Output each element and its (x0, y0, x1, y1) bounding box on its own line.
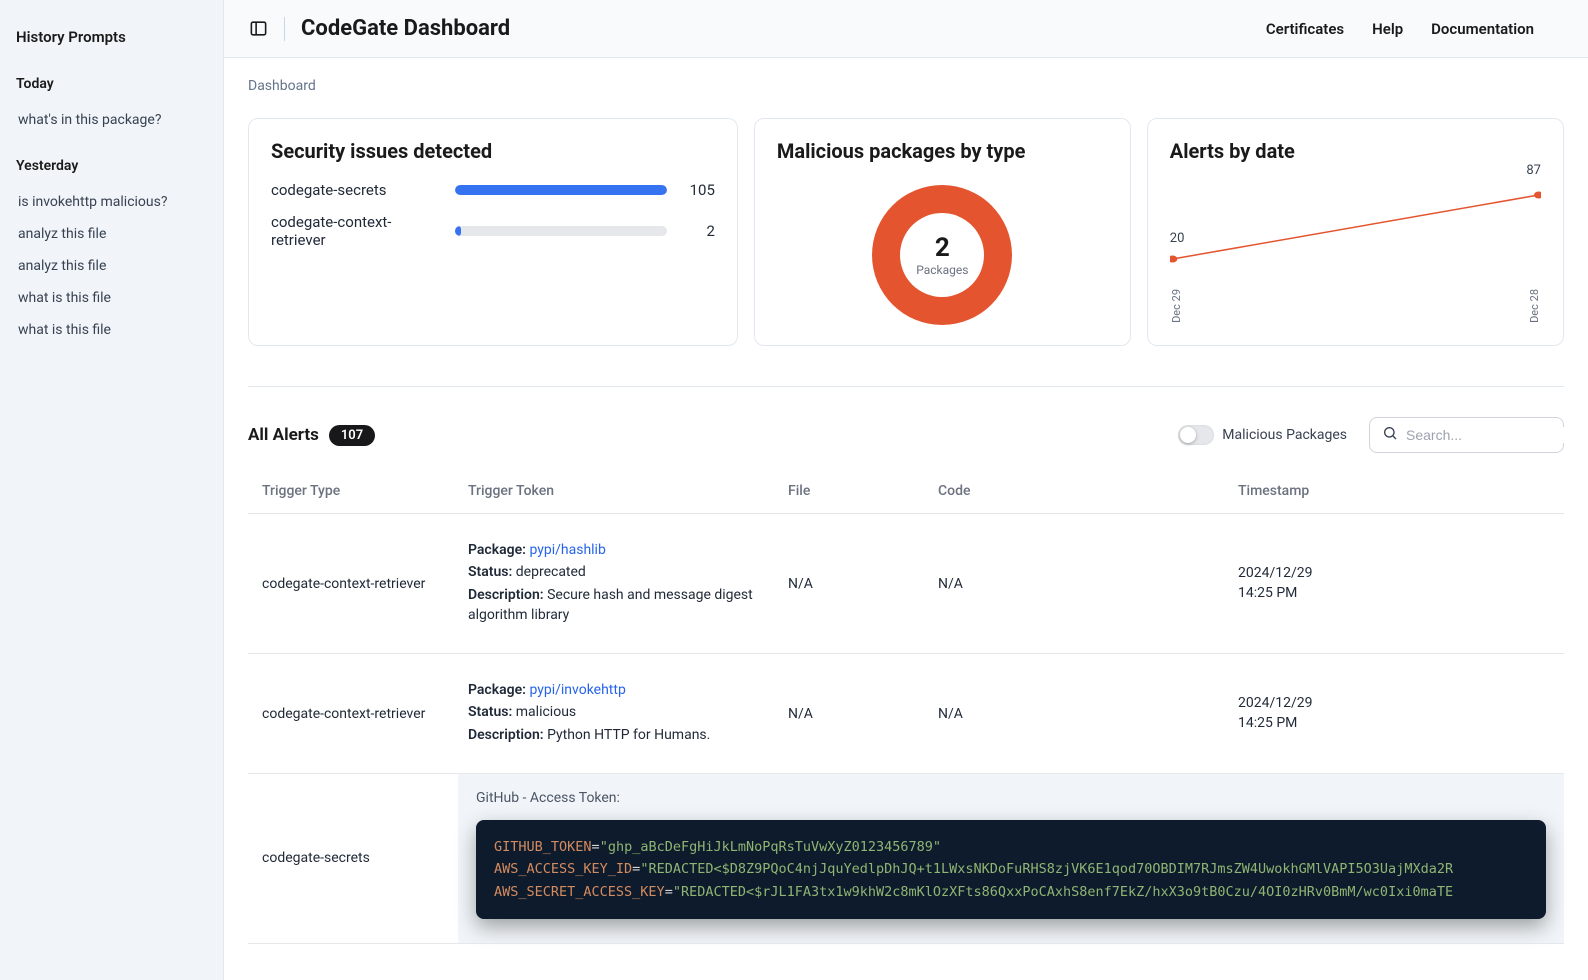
cell-timestamp: 2024/12/2914:25 PM (1228, 514, 1564, 654)
issue-value: 2 (681, 222, 715, 240)
card-title: Malicious packages by type (777, 139, 1026, 163)
header: CodeGate Dashboard Certificates Help Doc… (224, 0, 1588, 58)
issue-row: codegate-context-retriever 2 (271, 213, 715, 249)
header-divider (284, 17, 285, 41)
cell-file: N/A (778, 654, 928, 774)
sidebar-item[interactable]: what is this file (14, 314, 209, 346)
sidebar-group-label: Yesterday (14, 158, 209, 174)
line-chart: 20 87 (1170, 181, 1541, 281)
sidebar-group-label: Today (14, 76, 209, 92)
cell-token: Package: pypi/invokehttp Status: malicio… (458, 654, 778, 774)
cell-code: N/A (928, 654, 1228, 774)
nav-documentation[interactable]: Documentation (1431, 20, 1534, 38)
card-malicious-packages: Malicious packages by type 2 Packages (754, 118, 1131, 346)
cell-token: Package: pypi/hashlib Status: deprecated… (458, 514, 778, 654)
donut-label: Packages (916, 263, 968, 277)
cell-trigger: codegate-context-retriever (248, 514, 458, 654)
table-row[interactable]: codegate-context-retriever Package: pypi… (248, 514, 1564, 654)
alerts-title: All Alerts (248, 425, 319, 445)
cell-trigger: codegate-secrets (248, 774, 458, 944)
issue-bar (455, 226, 667, 236)
sidebar-item[interactable]: is invokehttp malicious? (14, 186, 209, 218)
issue-bar (455, 185, 667, 195)
malicious-toggle[interactable] (1178, 425, 1214, 445)
code-title: GitHub - Access Token: (476, 790, 1546, 806)
cell-code: N/A (928, 514, 1228, 654)
app-title: CodeGate Dashboard (301, 16, 510, 41)
chart-point-label: 87 (1526, 163, 1541, 194)
issue-label: codegate-context-retriever (271, 213, 441, 249)
issue-label: codegate-secrets (271, 181, 441, 199)
col-timestamp[interactable]: Timestamp (1228, 469, 1564, 514)
cell-trigger: codegate-context-retriever (248, 654, 458, 774)
card-title: Alerts by date (1170, 139, 1541, 163)
sidebar: History Prompts Today what's in this pack… (0, 0, 224, 980)
chart-point-label: 20 (1170, 231, 1185, 246)
sidebar-item[interactable]: what's in this package? (14, 104, 209, 136)
card-security-issues: Security issues detected codegate-secret… (248, 118, 738, 346)
table-row[interactable]: codegate-secrets GitHub - Access Token: … (248, 774, 1564, 944)
alerts-table: Trigger Type Trigger Token File Code Tim… (248, 469, 1564, 944)
table-row[interactable]: codegate-context-retriever Package: pypi… (248, 654, 1564, 774)
issue-value: 105 (681, 181, 715, 199)
sidebar-title: History Prompts (14, 28, 209, 46)
nav-help[interactable]: Help (1372, 20, 1403, 38)
cell-file: N/A (778, 514, 928, 654)
search-icon (1382, 425, 1398, 445)
sidebar-item[interactable]: analyz this file (14, 250, 209, 282)
alerts-count-badge: 107 (329, 425, 375, 446)
header-nav: Certificates Help Documentation (1266, 20, 1564, 38)
package-link[interactable]: pypi/hashlib (529, 542, 605, 558)
card-title: Security issues detected (271, 139, 715, 163)
col-file[interactable]: File (778, 469, 928, 514)
issue-row: codegate-secrets 105 (271, 181, 715, 199)
nav-certificates[interactable]: Certificates (1266, 20, 1344, 38)
col-trigger-type[interactable]: Trigger Type (248, 469, 458, 514)
col-trigger-token[interactable]: Trigger Token (458, 469, 778, 514)
package-link[interactable]: pypi/invokehttp (529, 682, 625, 698)
panel-toggle-icon[interactable] (248, 19, 268, 39)
section-divider (248, 386, 1564, 387)
chart-tick: Dec 28 (1528, 289, 1541, 323)
breadcrumb[interactable]: Dashboard (248, 78, 1564, 94)
sidebar-item[interactable]: what is this file (14, 282, 209, 314)
card-alerts-by-date: Alerts by date 20 87 (1147, 118, 1564, 346)
chart-tick: Dec 29 (1170, 289, 1183, 323)
donut-value: 2 (935, 233, 950, 263)
cell-token: GitHub - Access Token: GITHUB_TOKEN="ghp… (458, 774, 1564, 944)
donut-chart: 2 Packages (872, 185, 1012, 325)
search-input[interactable] (1406, 427, 1587, 443)
cell-timestamp: 2024/12/2914:25 PM (1228, 654, 1564, 774)
col-code[interactable]: Code (928, 469, 1228, 514)
search-box[interactable] (1369, 417, 1564, 453)
code-block: GITHUB_TOKEN="ghp_aBcDeFgHiJkLmNoPqRsTuV… (476, 820, 1546, 919)
sidebar-item[interactable]: analyz this file (14, 218, 209, 250)
toggle-label: Malicious Packages (1222, 427, 1347, 443)
